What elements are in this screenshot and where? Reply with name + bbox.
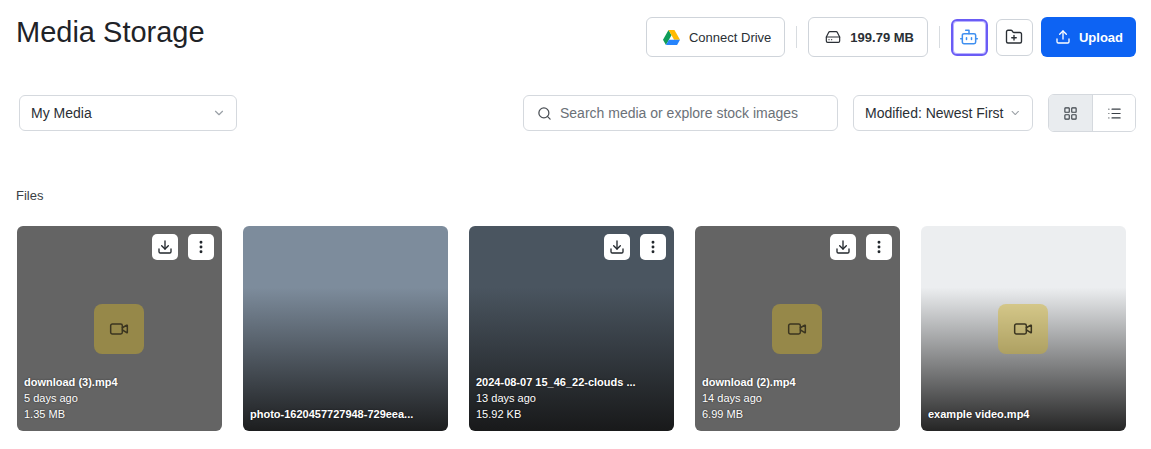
section-label: Files bbox=[16, 188, 1136, 204]
more-button[interactable] bbox=[866, 234, 892, 260]
file-info: photo-1620457727948-729eea... bbox=[250, 406, 441, 422]
more-button[interactable] bbox=[188, 234, 214, 260]
file-info: 2024-08-07 15_46_22-clouds ...13 days ag… bbox=[476, 374, 667, 422]
google-drive-icon bbox=[663, 30, 680, 45]
header-actions: Connect Drive 199.79 MB Upload bbox=[646, 17, 1136, 57]
file-age: 5 days ago bbox=[24, 390, 215, 406]
search-icon bbox=[537, 106, 552, 121]
video-badge bbox=[998, 304, 1048, 354]
video-icon bbox=[1013, 319, 1033, 339]
upload-button[interactable]: Upload bbox=[1041, 17, 1136, 57]
list-view-button[interactable] bbox=[1092, 95, 1135, 131]
more-icon bbox=[871, 239, 887, 255]
list-icon bbox=[1107, 106, 1122, 121]
divider bbox=[796, 26, 797, 48]
card-actions bbox=[152, 234, 214, 260]
grid-icon bbox=[1063, 106, 1078, 121]
folder-plus-icon bbox=[1005, 28, 1023, 46]
file-info: download (2).mp414 days ago6.99 MB bbox=[702, 374, 893, 422]
folder-select[interactable]: My Media bbox=[19, 95, 237, 131]
more-icon bbox=[645, 239, 661, 255]
grid-view-button[interactable] bbox=[1049, 95, 1092, 131]
video-badge bbox=[94, 304, 144, 354]
new-folder-button[interactable] bbox=[996, 19, 1033, 56]
page-title: Media Storage bbox=[16, 14, 205, 50]
file-card[interactable]: photo-1620457727948-729eea... bbox=[243, 226, 448, 431]
video-icon bbox=[787, 319, 807, 339]
storage-button[interactable]: 199.79 MB bbox=[808, 17, 928, 57]
download-icon bbox=[609, 239, 625, 255]
assistant-button[interactable] bbox=[951, 19, 988, 56]
file-card[interactable]: example video.mp4 bbox=[921, 226, 1126, 431]
media-storage-page: Media Storage Connect Drive 199.79 MB Uploa… bbox=[0, 0, 1151, 449]
card-actions bbox=[830, 234, 892, 260]
file-age: 14 days ago bbox=[702, 390, 893, 406]
connect-drive-button[interactable]: Connect Drive bbox=[646, 17, 785, 57]
file-size: 1.35 MB bbox=[24, 406, 215, 422]
file-card[interactable]: download (2).mp414 days ago6.99 MB bbox=[695, 226, 900, 431]
search-box bbox=[523, 95, 838, 131]
file-age: 13 days ago bbox=[476, 390, 667, 406]
right-filters: Modified: Newest First bbox=[523, 94, 1136, 132]
file-name: photo-1620457727948-729eea... bbox=[250, 406, 441, 422]
file-card[interactable]: 2024-08-07 15_46_22-clouds ...13 days ag… bbox=[469, 226, 674, 431]
download-button[interactable] bbox=[152, 234, 178, 260]
file-info: example video.mp4 bbox=[928, 406, 1119, 422]
download-button[interactable] bbox=[830, 234, 856, 260]
file-size: 6.99 MB bbox=[702, 406, 893, 422]
more-icon bbox=[193, 239, 209, 255]
video-badge bbox=[772, 304, 822, 354]
file-info: download (3).mp45 days ago1.35 MB bbox=[24, 374, 215, 422]
header: Media Storage Connect Drive 199.79 MB Uploa… bbox=[16, 14, 1136, 57]
download-icon bbox=[835, 239, 851, 255]
view-toggle bbox=[1048, 94, 1136, 132]
download-icon bbox=[157, 239, 173, 255]
upload-icon bbox=[1055, 29, 1071, 45]
chevron-down-icon bbox=[1009, 106, 1022, 120]
card-actions bbox=[604, 234, 666, 260]
bot-icon bbox=[959, 27, 979, 47]
file-name: download (2).mp4 bbox=[702, 374, 893, 390]
more-button[interactable] bbox=[640, 234, 666, 260]
search-input[interactable] bbox=[558, 104, 827, 122]
download-button[interactable] bbox=[604, 234, 630, 260]
video-icon bbox=[109, 319, 129, 339]
file-grid: download (3).mp45 days ago1.35 MB photo-1… bbox=[16, 226, 1136, 431]
file-name: download (3).mp4 bbox=[24, 374, 215, 390]
file-name: example video.mp4 bbox=[928, 406, 1119, 422]
divider bbox=[939, 26, 940, 48]
sort-select[interactable]: Modified: Newest First bbox=[853, 95, 1033, 131]
file-name: 2024-08-07 15_46_22-clouds ... bbox=[476, 374, 667, 390]
filter-row: My Media Modified: Newest First bbox=[16, 94, 1136, 132]
file-card[interactable]: download (3).mp45 days ago1.35 MB bbox=[17, 226, 222, 431]
file-size: 15.92 KB bbox=[476, 406, 667, 422]
chevron-down-icon bbox=[212, 106, 226, 120]
hard-drive-icon bbox=[825, 29, 841, 45]
